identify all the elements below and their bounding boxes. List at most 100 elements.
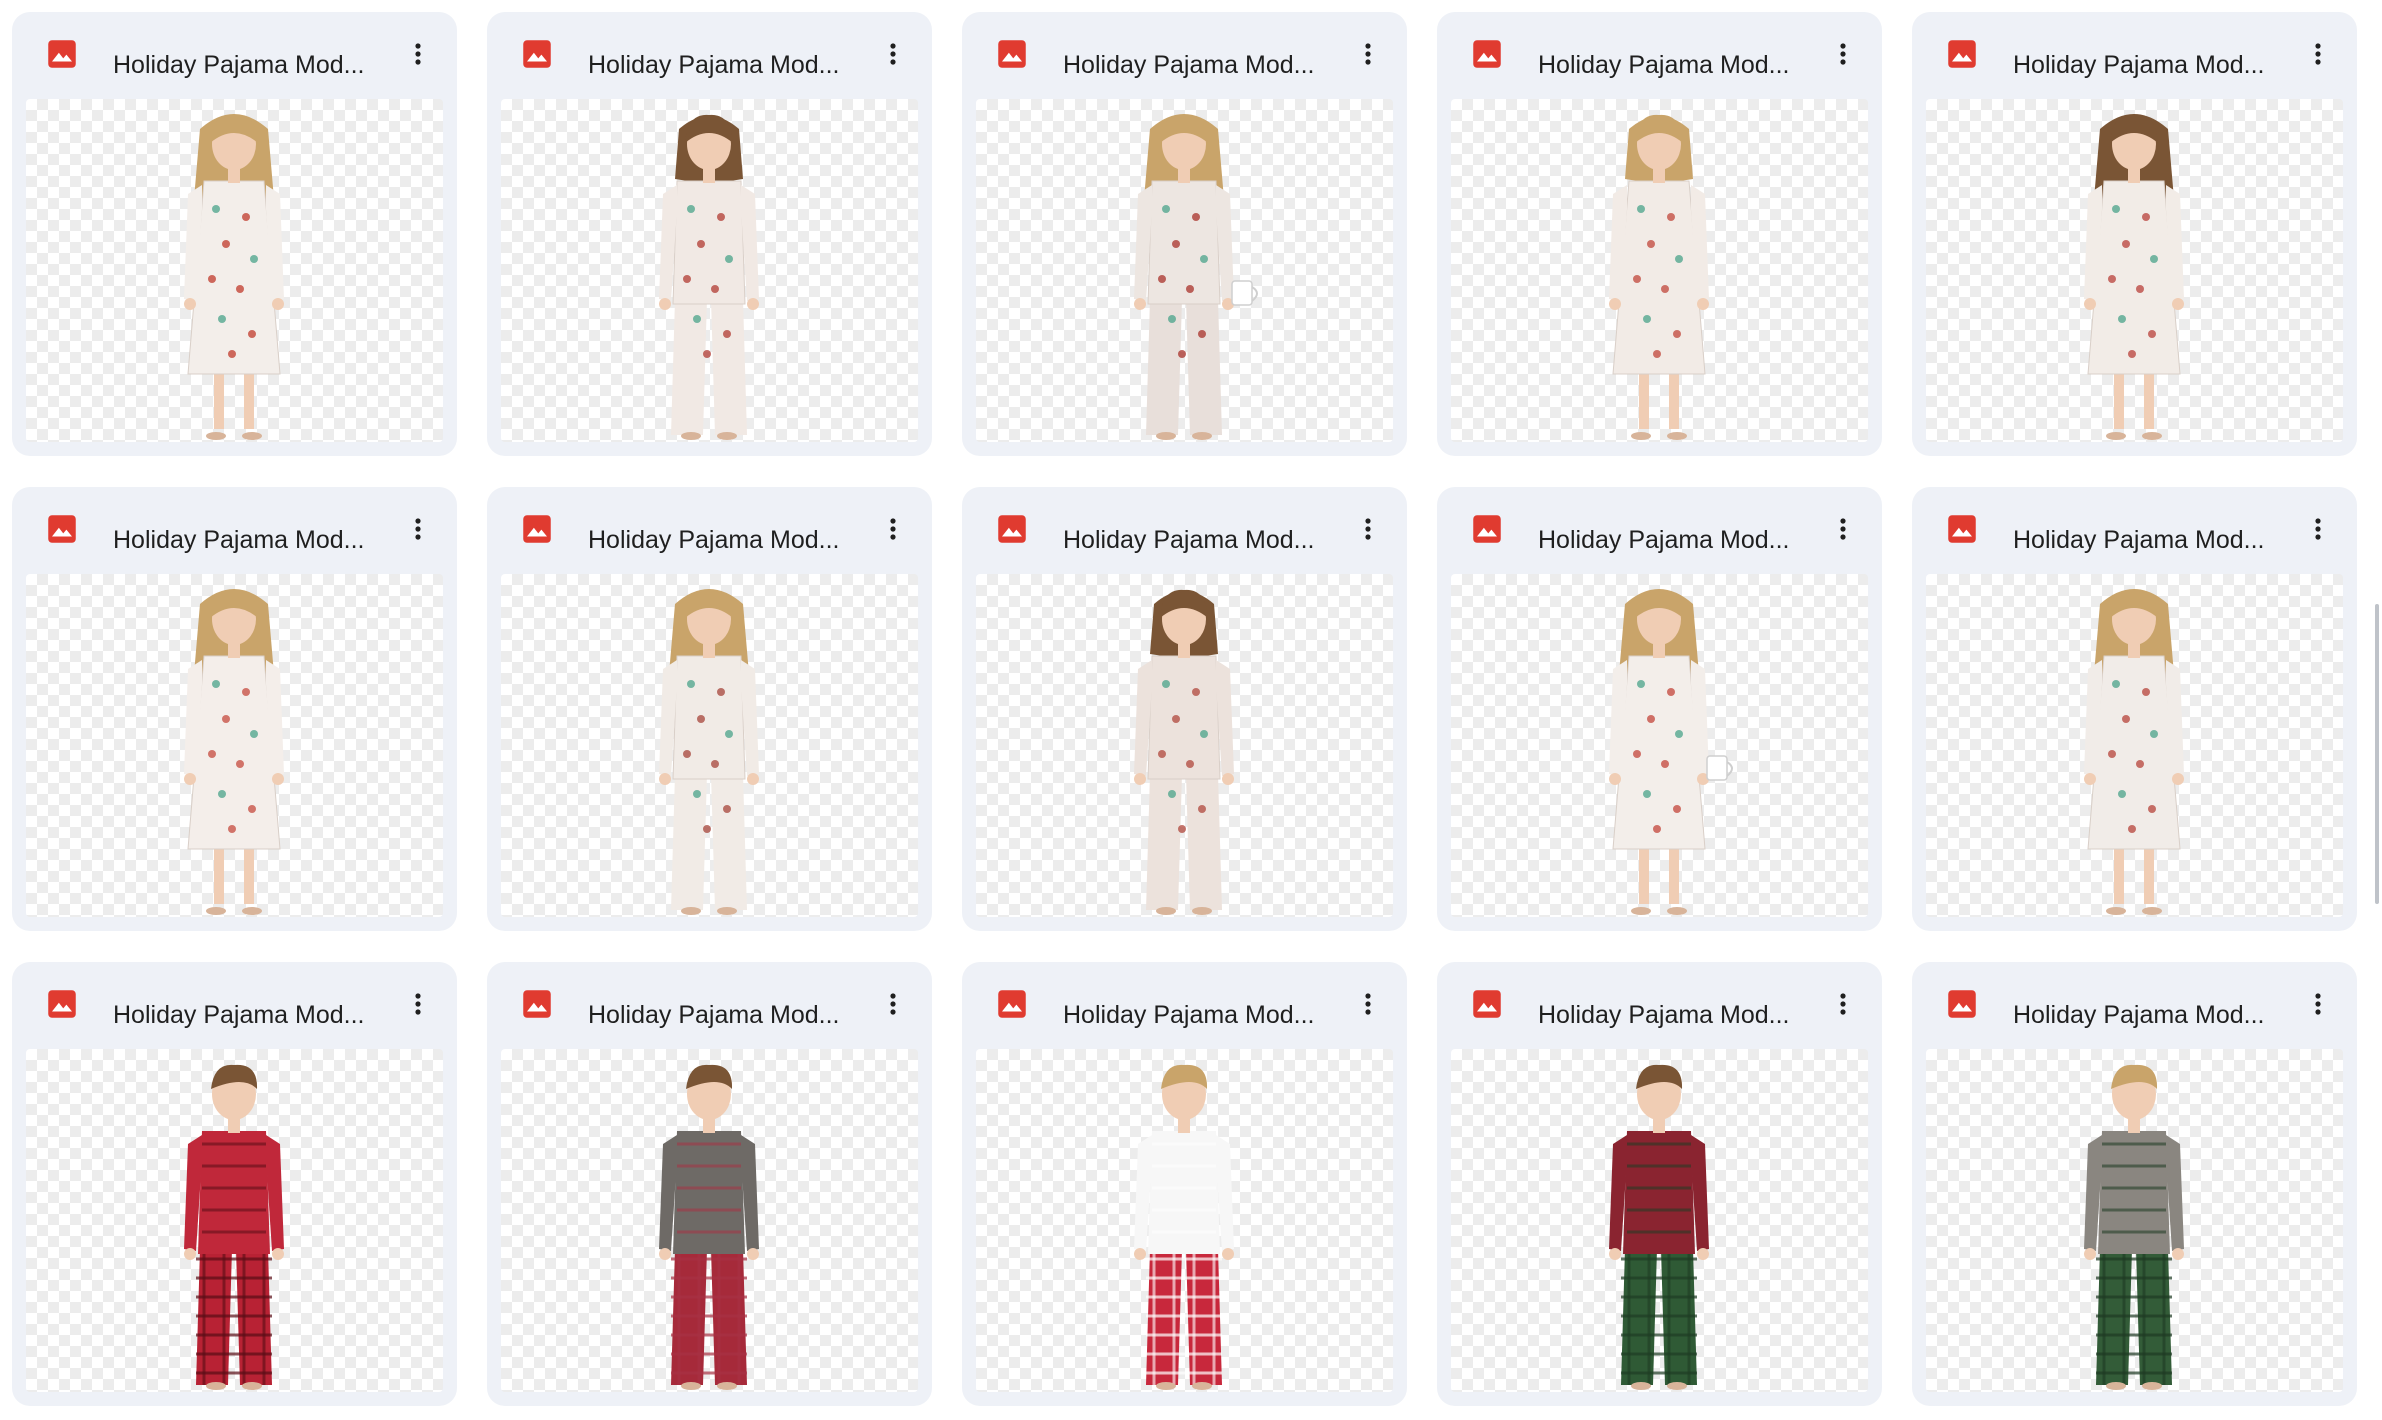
more-actions-button[interactable]: [1826, 512, 1860, 546]
vertical-scrollbar[interactable]: [2375, 604, 2379, 904]
more-actions-button[interactable]: [1826, 987, 1860, 1021]
file-card[interactable]: Holiday Pajama Mod...: [962, 12, 1407, 456]
image-file-icon: [1473, 515, 1501, 543]
file-card[interactable]: Holiday Pajama Mod...: [962, 487, 1407, 931]
more-actions-button[interactable]: [2301, 987, 2335, 1021]
more-vert-icon: [415, 993, 421, 1015]
file-card[interactable]: Holiday Pajama Mod...: [487, 487, 932, 931]
more-vert-icon: [1365, 993, 1371, 1015]
file-card-header: Holiday Pajama Mod...: [1912, 962, 2357, 1046]
image-file-icon: [48, 515, 76, 543]
file-card[interactable]: Holiday Pajama Mod...: [962, 962, 1407, 1406]
file-name: Holiday Pajama Mod...: [1538, 1001, 1790, 1029]
more-actions-button[interactable]: [2301, 37, 2335, 71]
image-thumbnail[interactable]: [1451, 574, 1868, 917]
more-actions-button[interactable]: [876, 512, 910, 546]
model-figure: [659, 589, 759, 915]
file-name: Holiday Pajama Mod...: [1063, 1001, 1315, 1029]
file-card[interactable]: Holiday Pajama Mod...: [1912, 12, 2357, 456]
file-card[interactable]: Holiday Pajama Mod...: [1912, 962, 2357, 1406]
more-vert-icon: [2315, 43, 2321, 65]
file-name: Holiday Pajama Mod...: [588, 1001, 840, 1029]
file-name: Holiday Pajama Mod...: [1538, 51, 1790, 79]
model-figure: [184, 1064, 284, 1390]
file-name: Holiday Pajama Mod...: [2013, 526, 2265, 554]
thumbnail-preview: [184, 589, 284, 915]
file-card-header: Holiday Pajama Mod...: [1912, 12, 2357, 96]
thumbnail-preview: [659, 589, 759, 915]
image-thumbnail[interactable]: [1926, 99, 2343, 442]
model-figure: [1609, 114, 1709, 440]
thumbnail-preview: [1134, 1064, 1234, 1390]
file-card[interactable]: Holiday Pajama Mod...: [1437, 12, 1882, 456]
more-vert-icon: [1365, 518, 1371, 540]
file-name: Holiday Pajama Mod...: [2013, 51, 2265, 79]
image-thumbnail[interactable]: [26, 99, 443, 442]
model-figure: [1609, 1064, 1709, 1390]
image-thumbnail[interactable]: [501, 99, 918, 442]
thumbnail-preview: [1609, 589, 1733, 915]
image-file-icon: [48, 990, 76, 1018]
model-figure: [659, 114, 759, 440]
model-figure: [1134, 114, 1258, 440]
more-actions-button[interactable]: [2301, 512, 2335, 546]
model-figure: [184, 589, 284, 915]
more-actions-button[interactable]: [1351, 37, 1385, 71]
more-actions-button[interactable]: [1351, 987, 1385, 1021]
thumbnail-preview: [1609, 1064, 1709, 1390]
more-vert-icon: [415, 43, 421, 65]
thumbnail-preview: [2084, 114, 2184, 440]
image-thumbnail[interactable]: [26, 574, 443, 917]
file-name: Holiday Pajama Mod...: [113, 51, 365, 79]
more-actions-button[interactable]: [401, 512, 435, 546]
thumbnail-preview: [1609, 114, 1709, 440]
image-file-icon: [1473, 990, 1501, 1018]
more-vert-icon: [2315, 518, 2321, 540]
image-thumbnail[interactable]: [1451, 1049, 1868, 1392]
file-card[interactable]: Holiday Pajama Mod...: [12, 12, 457, 456]
file-card[interactable]: Holiday Pajama Mod...: [1437, 962, 1882, 1406]
model-figure: [1134, 1064, 1234, 1390]
thumbnail-preview: [2084, 589, 2184, 915]
file-card[interactable]: Holiday Pajama Mod...: [1912, 487, 2357, 931]
image-file-icon: [998, 40, 1026, 68]
thumbnail-preview: [184, 1064, 284, 1390]
more-actions-button[interactable]: [876, 987, 910, 1021]
image-thumbnail[interactable]: [976, 574, 1393, 917]
image-file-icon: [523, 515, 551, 543]
image-thumbnail[interactable]: [1451, 99, 1868, 442]
file-card[interactable]: Holiday Pajama Mod...: [12, 487, 457, 931]
thumbnail-preview: [184, 114, 284, 440]
more-actions-button[interactable]: [1351, 512, 1385, 546]
more-vert-icon: [890, 993, 896, 1015]
more-vert-icon: [890, 518, 896, 540]
image-thumbnail[interactable]: [976, 99, 1393, 442]
file-card[interactable]: Holiday Pajama Mod...: [1437, 487, 1882, 931]
image-thumbnail[interactable]: [501, 1049, 918, 1392]
file-card[interactable]: Holiday Pajama Mod...: [487, 12, 932, 456]
image-file-icon: [998, 990, 1026, 1018]
more-vert-icon: [1365, 43, 1371, 65]
file-card-header: Holiday Pajama Mod...: [962, 962, 1407, 1046]
image-thumbnail[interactable]: [501, 574, 918, 917]
file-card[interactable]: Holiday Pajama Mod...: [12, 962, 457, 1406]
image-thumbnail[interactable]: [976, 1049, 1393, 1392]
file-name: Holiday Pajama Mod...: [588, 526, 840, 554]
image-thumbnail[interactable]: [26, 1049, 443, 1392]
more-actions-button[interactable]: [401, 37, 435, 71]
file-card[interactable]: Holiday Pajama Mod...: [487, 962, 932, 1406]
file-card-header: Holiday Pajama Mod...: [487, 487, 932, 571]
image-thumbnail[interactable]: [1926, 574, 2343, 917]
file-card-header: Holiday Pajama Mod...: [12, 12, 457, 96]
more-vert-icon: [415, 518, 421, 540]
more-vert-icon: [1840, 43, 1846, 65]
image-file-icon: [1473, 40, 1501, 68]
more-actions-button[interactable]: [876, 37, 910, 71]
file-name: Holiday Pajama Mod...: [1063, 526, 1315, 554]
mug-prop: [1706, 755, 1728, 781]
file-card-header: Holiday Pajama Mod...: [487, 12, 932, 96]
file-card-header: Holiday Pajama Mod...: [1437, 487, 1882, 571]
more-actions-button[interactable]: [1826, 37, 1860, 71]
more-actions-button[interactable]: [401, 987, 435, 1021]
image-thumbnail[interactable]: [1926, 1049, 2343, 1392]
